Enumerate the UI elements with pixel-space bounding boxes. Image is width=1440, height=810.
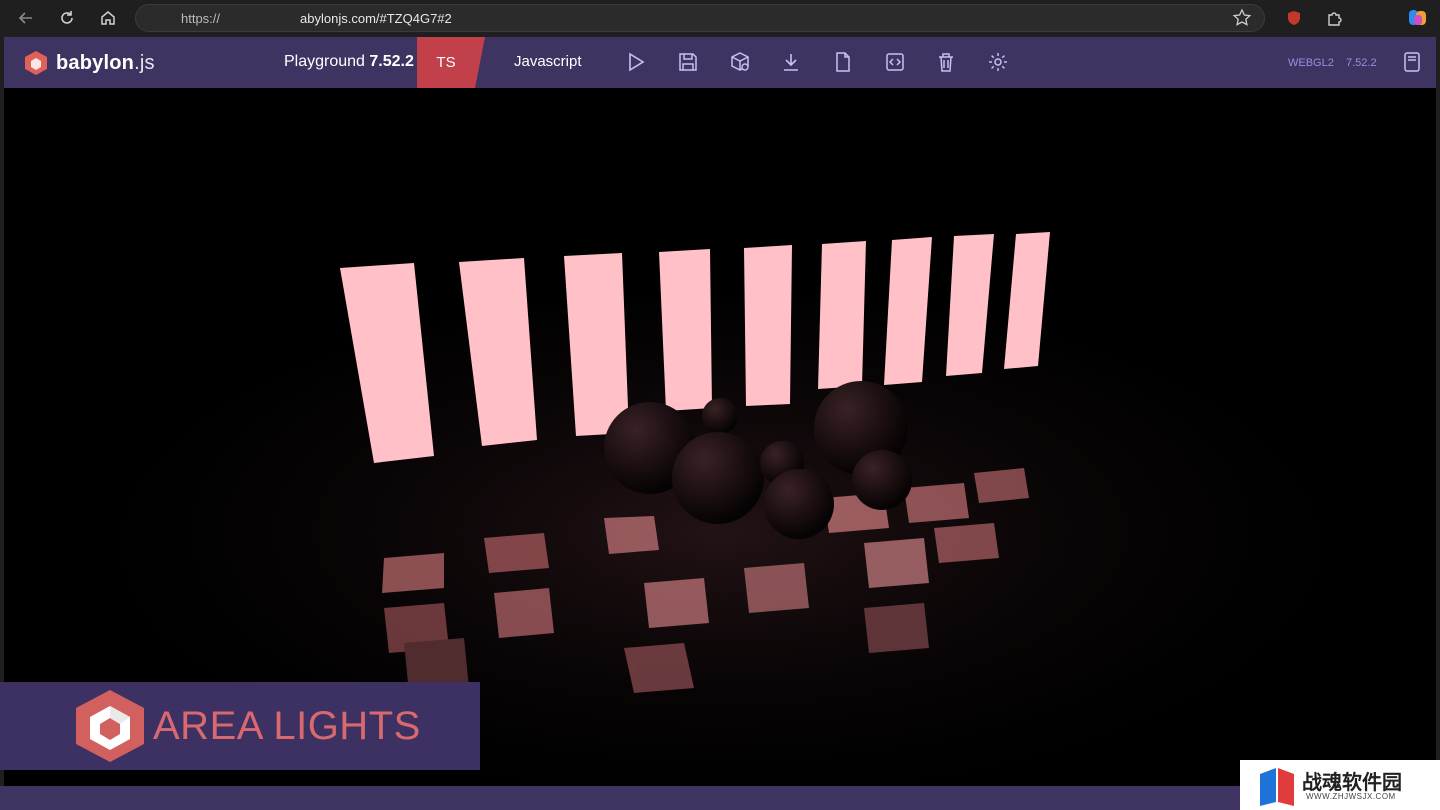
bottom-bar: [0, 786, 1440, 810]
area-lights-title: AREA LIGHTS: [153, 704, 421, 748]
babylon-logo[interactable]: babylon.js: [22, 49, 155, 77]
address-bar[interactable]: https://abylonjs.com/#TZQ4G7#2: [135, 4, 1265, 32]
watermark-url: WWW.ZHJWSJX.COM: [1306, 792, 1396, 801]
code-icon[interactable]: [883, 50, 907, 74]
favorite-star-icon[interactable]: [1232, 8, 1252, 33]
playground-header: babylon.js Playground 7.52.2 TS Javascri…: [4, 37, 1436, 88]
trash-icon[interactable]: [934, 50, 958, 74]
copilot-icon[interactable]: [1407, 7, 1429, 29]
playground-version: 7.52.2: [369, 53, 414, 70]
light-panel: [818, 241, 866, 389]
extension-shield-icon[interactable]: [1283, 7, 1305, 29]
url-text: https://abylonjs.com/#TZQ4G7#2: [181, 11, 452, 26]
light-panel: [744, 245, 792, 406]
download-icon[interactable]: [779, 50, 803, 74]
sidebar-toggle-icon[interactable]: [1400, 50, 1424, 74]
engine-version: 7.52.2: [1346, 57, 1377, 69]
gear-icon[interactable]: [986, 50, 1010, 74]
browser-toolbar: https://abylonjs.com/#TZQ4G7#2: [0, 0, 1440, 36]
watermark-logo-icon: [1260, 768, 1294, 806]
sphere: [702, 398, 738, 434]
save-icon[interactable]: [676, 50, 700, 74]
area-lights-banner: AREA LIGHTS: [0, 682, 480, 770]
tab-javascript[interactable]: Javascript: [514, 53, 582, 70]
playground-title: Playground 7.52.2: [284, 53, 414, 70]
home-icon[interactable]: [96, 6, 120, 30]
sphere: [852, 450, 912, 510]
engine-label: WEBGL2: [1288, 57, 1334, 69]
site-watermark: 战魂软件园 WWW.ZHJWSJX.COM: [1240, 760, 1440, 810]
play-icon[interactable]: [624, 50, 648, 74]
sphere: [764, 469, 834, 539]
reload-icon[interactable]: [55, 6, 79, 30]
logo-suffix: .js: [134, 51, 155, 74]
watermark-text: 战魂软件园: [1302, 770, 1402, 794]
extensions-puzzle-icon[interactable]: [1323, 7, 1345, 29]
back-icon[interactable]: [14, 6, 38, 30]
sphere: [672, 432, 764, 524]
light-panel: [659, 249, 712, 411]
new-file-icon[interactable]: [831, 50, 855, 74]
logo-main: babylon: [56, 51, 135, 74]
babylon-logo-icon: [25, 51, 47, 75]
babylon-cube-icon: [76, 690, 144, 762]
box-settings-icon[interactable]: [728, 50, 752, 74]
tab-typescript[interactable]: TS: [417, 37, 485, 88]
